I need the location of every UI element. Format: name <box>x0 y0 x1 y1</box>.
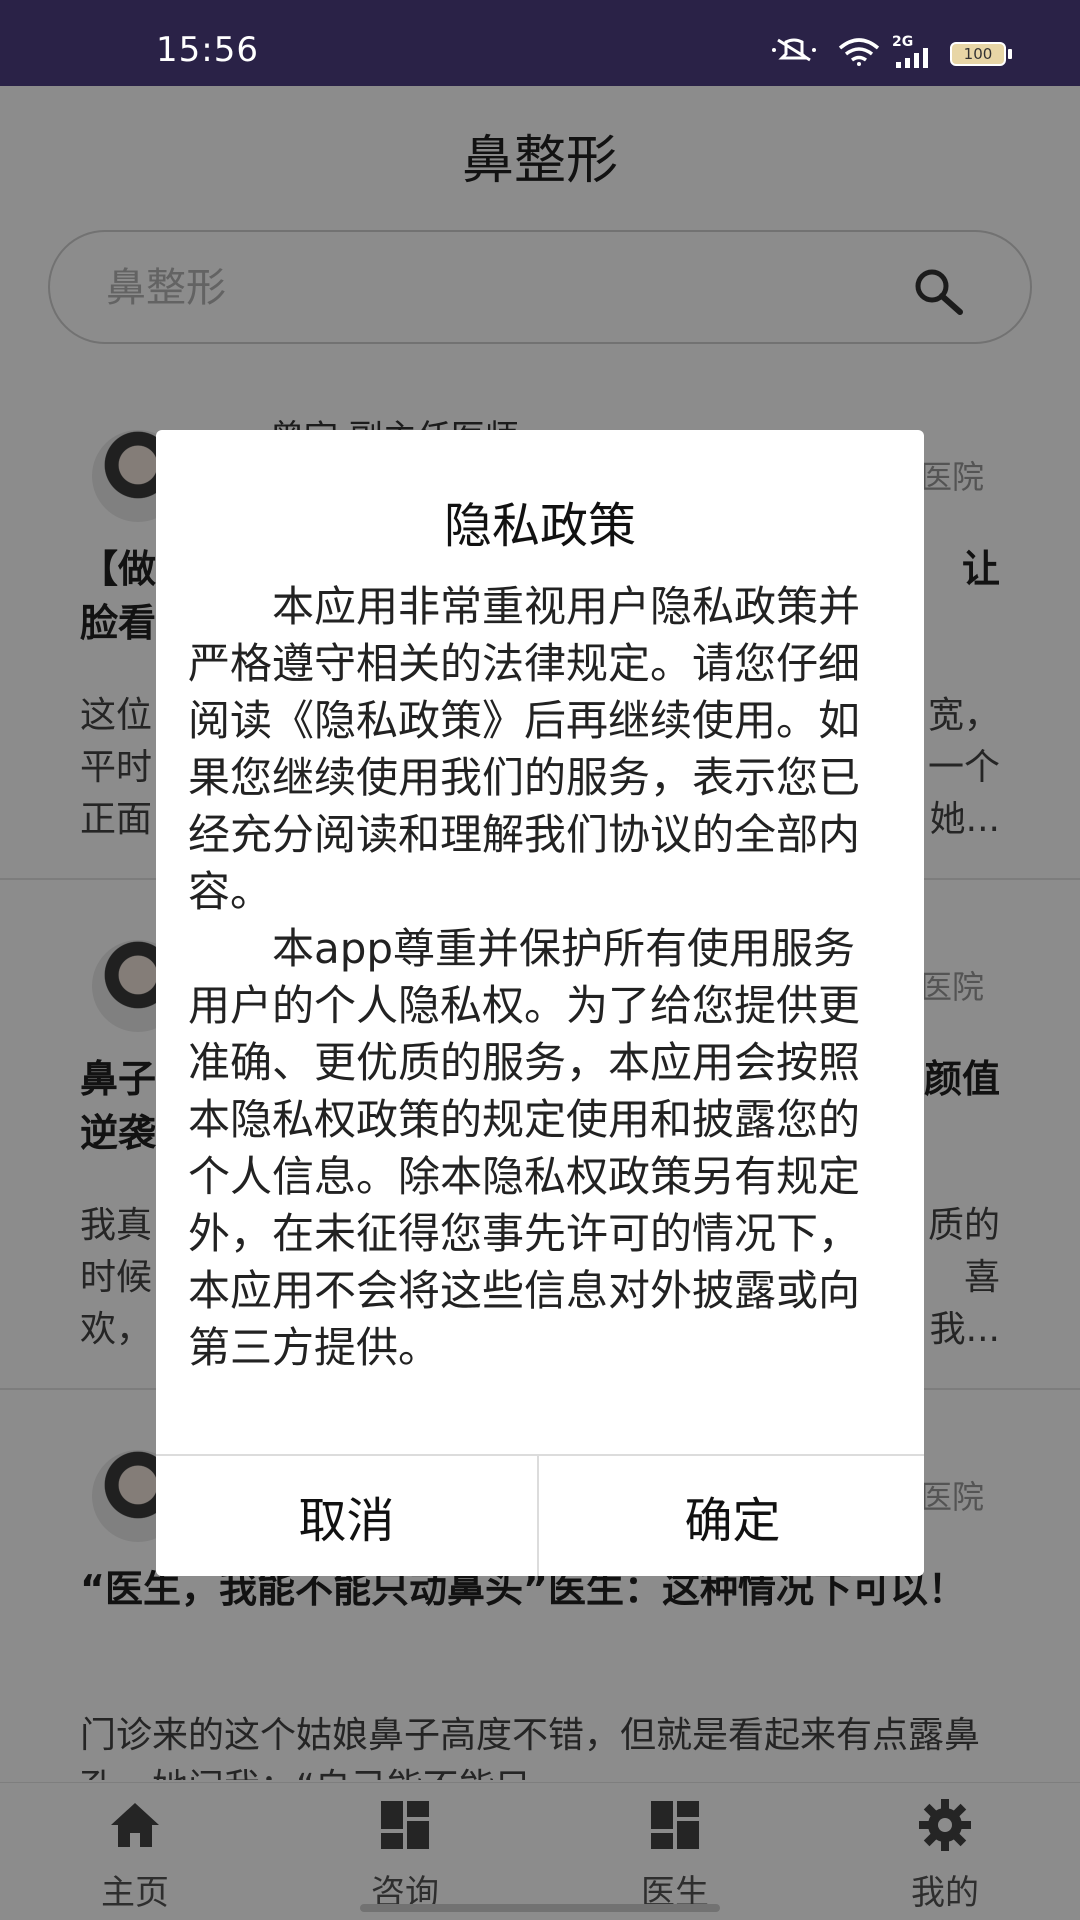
cancel-button[interactable]: 取消 <box>156 1456 539 1576</box>
policy-paragraph: 本app尊重并保护所有使用服务用户的个人隐私权。为了给您提供更准确、更优质的服务… <box>188 924 861 1372</box>
battery-tip <box>1008 49 1012 59</box>
status-time: 15:56 <box>156 30 259 70</box>
dialog-title: 隐私政策 <box>443 498 636 554</box>
policy-paragraph: 本应用非常重视用户隐私政策并严格遵守相关的法律规定。请您仔细阅读《隐私政策》后再… <box>188 582 861 916</box>
mute-bell-icon <box>772 38 816 62</box>
battery-level: 100 <box>963 45 993 63</box>
status-icons: 2G 100 <box>750 0 1080 86</box>
status-bar: 15:56 2G 100 <box>0 0 1080 86</box>
dialog-actions: 取消 确定 <box>156 1454 924 1576</box>
wifi-icon <box>838 38 880 66</box>
signal-icon <box>896 48 928 68</box>
dialog-body[interactable]: 本应用非常重视用户隐私政策并严格遵守相关的法律规定。请您仔细阅读《隐私政策》后再… <box>188 578 888 1382</box>
battery-icon: 100 <box>950 42 1006 66</box>
privacy-dialog: 隐私政策 本应用非常重视用户隐私政策并严格遵守相关的法律规定。请您仔细阅读《隐私… <box>156 430 924 1576</box>
confirm-button[interactable]: 确定 <box>541 1456 924 1576</box>
